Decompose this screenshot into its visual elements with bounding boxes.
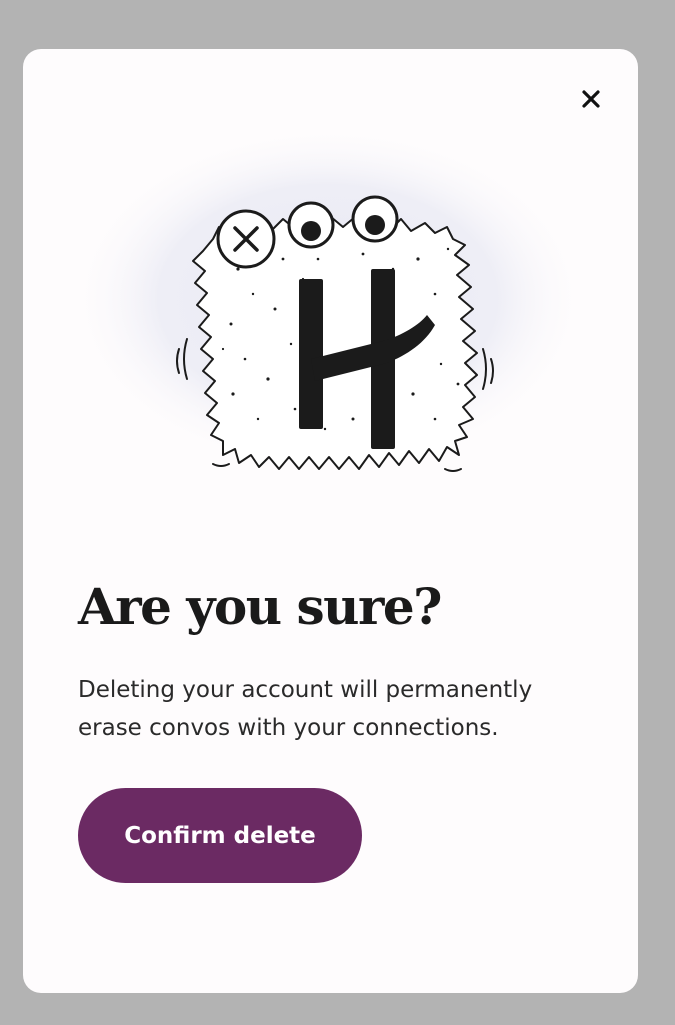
close-button[interactable] <box>575 83 607 115</box>
x-eye-icon <box>216 209 276 269</box>
dialog-title: Are you sure? <box>78 577 442 636</box>
confirm-delete-button[interactable]: Confirm delete <box>78 788 362 883</box>
dialog-message: Deleting your account will permanently e… <box>78 677 533 741</box>
monster-illustration <box>68 124 588 474</box>
delete-account-dialog: Are you sure? Deleting your account will… <box>23 49 638 993</box>
close-icon <box>582 90 600 108</box>
